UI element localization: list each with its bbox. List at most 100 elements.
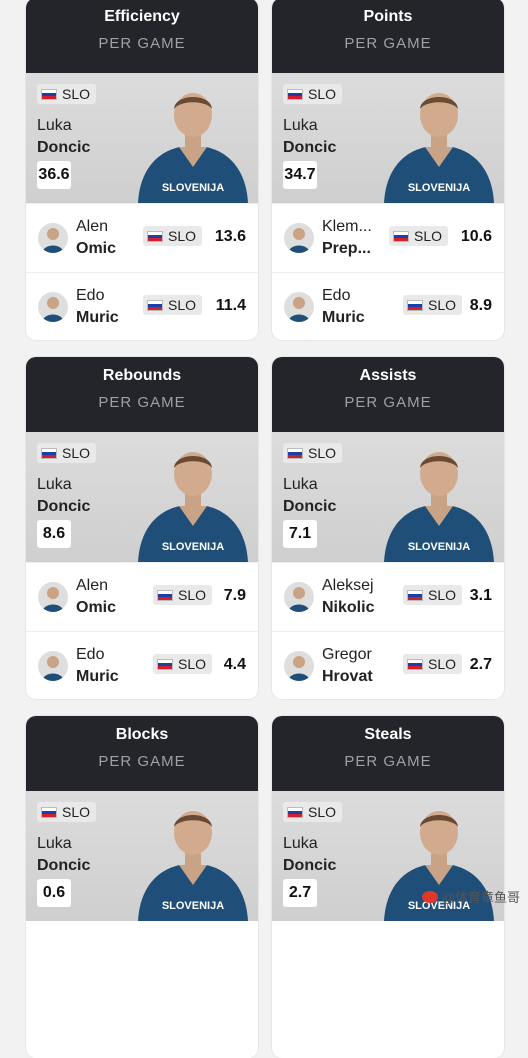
stat-card-assists[interactable]: Assists PER GAME SLO Luka Doncic 7.1 SLO… — [272, 357, 504, 699]
card-header: Points PER GAME — [272, 0, 504, 73]
card-subtitle: PER GAME — [344, 753, 432, 770]
card-subtitle: PER GAME — [344, 394, 432, 411]
jersey-text: SLOVENIJA — [162, 900, 224, 912]
stat-card-blocks[interactable]: Blocks PER GAME SLO Luka Doncic 0.6 SLOV… — [26, 716, 258, 1058]
stat-card-efficiency[interactable]: Efficiency PER GAME SLO Luka Doncic 36.6… — [26, 0, 258, 340]
card-title: Assists — [359, 367, 417, 384]
leader-value: 8.6 — [37, 520, 71, 548]
watermark: @体育章鱼哥 — [421, 887, 520, 906]
player-first-name: Klem... — [322, 218, 372, 235]
list-item[interactable]: Edo Muric SLO 11.4 — [26, 272, 258, 340]
player-first-name: Edo — [322, 287, 351, 304]
player-photo: SLOVENIJA — [384, 452, 494, 562]
country-badge: SLO — [37, 443, 97, 463]
leader-first-name: Luka — [283, 476, 318, 493]
slovenia-flag-icon — [41, 806, 57, 818]
leader-first-name: Luka — [37, 117, 72, 134]
leader-panel[interactable]: SLO Luka Doncic 7.1 SLOVENIJA — [272, 432, 504, 562]
list-item[interactable]: Edo Muric SLO 4.4 — [26, 631, 258, 699]
player-value: 4.4 — [223, 656, 246, 673]
leader-panel[interactable]: SLO Luka Doncic 8.6 SLOVENIJA — [26, 432, 258, 562]
country-badge: SLO — [283, 802, 343, 822]
leader-panel[interactable]: SLO Luka Doncic 0.6 SLOVENIJA — [26, 791, 258, 921]
watermark-text: @体育章鱼哥 — [441, 890, 520, 905]
card-title: Rebounds — [102, 367, 182, 384]
stat-card-points[interactable]: Points PER GAME SLO Luka Doncic 34.7 SLO… — [272, 0, 504, 340]
leader-first-name: Luka — [283, 117, 318, 134]
card-subtitle: PER GAME — [344, 35, 432, 52]
leader-last-name: Doncic — [283, 857, 337, 874]
card-header: Rebounds PER GAME — [26, 357, 258, 432]
card-header: Assists PER GAME — [272, 357, 504, 432]
avatar — [284, 651, 314, 681]
stat-card-rebounds[interactable]: Rebounds PER GAME SLO Luka Doncic 8.6 SL… — [26, 357, 258, 699]
country-code: SLO — [427, 656, 456, 672]
country-badge: SLO — [402, 585, 462, 605]
list-item[interactable]: Klem... Prep... SLO 10.6 — [272, 203, 504, 272]
country-code: SLO — [308, 804, 337, 820]
player-photo: SLOVENIJA — [138, 452, 248, 562]
slovenia-flag-icon — [41, 447, 57, 459]
leader-last-name: Doncic — [37, 498, 91, 515]
country-badge: SLO — [37, 802, 97, 822]
country-badge: SLO — [142, 226, 202, 246]
avatar — [284, 292, 314, 322]
list-item[interactable]: Alen Omic SLO 7.9 — [26, 562, 258, 631]
slovenia-flag-icon — [406, 299, 423, 311]
slovenia-flag-icon — [287, 88, 303, 100]
slovenia-flag-icon — [392, 230, 409, 242]
leader-panel[interactable]: SLO Luka Doncic 36.6 SLOVENIJA — [26, 73, 258, 203]
player-value: 7.9 — [223, 587, 246, 604]
slovenia-flag-icon — [156, 589, 173, 601]
player-last-name: Omic — [76, 240, 117, 257]
country-badge: SLO — [152, 654, 212, 674]
card-title: Blocks — [115, 726, 169, 743]
player-first-name: Edo — [76, 646, 105, 663]
player-value: 10.6 — [460, 228, 492, 245]
player-last-name: Muric — [322, 309, 365, 326]
country-badge: SLO — [283, 443, 343, 463]
player-photo: SLOVENIJA — [384, 93, 494, 203]
country-code: SLO — [62, 445, 91, 461]
list-item[interactable]: Aleksej Nikolic SLO 3.1 — [272, 562, 504, 631]
leader-value: 36.6 — [37, 161, 71, 189]
country-badge: SLO — [402, 295, 462, 315]
country-badge: SLO — [37, 84, 97, 104]
player-value: 13.6 — [214, 228, 246, 245]
card-title: Efficiency — [104, 8, 180, 25]
country-badge: SLO — [402, 654, 462, 674]
leader-first-name: Luka — [37, 835, 72, 852]
player-value: 8.9 — [469, 297, 492, 314]
country-badge: SLO — [388, 226, 448, 246]
player-last-name: Muric — [76, 668, 119, 685]
slovenia-flag-icon — [406, 589, 423, 601]
leader-panel[interactable]: SLO Luka Doncic 34.7 SLOVENIJA — [272, 73, 504, 203]
country-code: SLO — [308, 86, 337, 102]
list-item[interactable]: Alen Omic SLO 13.6 — [26, 203, 258, 272]
player-last-name: Muric — [76, 309, 119, 326]
player-first-name: Aleksej — [322, 577, 374, 594]
list-item[interactable]: Gregor Hrovat SLO 2.7 — [272, 631, 504, 699]
player-photo: SLOVENIJA — [138, 811, 248, 921]
leader-first-name: Luka — [37, 476, 72, 493]
player-last-name: Hrovat — [322, 668, 373, 685]
leader-value: 0.6 — [37, 879, 71, 907]
avatar — [38, 582, 68, 612]
jersey-text: SLOVENIJA — [408, 182, 470, 194]
player-last-name: Omic — [76, 599, 117, 616]
leader-value: 2.7 — [283, 879, 317, 907]
player-last-name: Prep... — [322, 240, 371, 257]
slovenia-flag-icon — [146, 299, 163, 311]
jersey-text: SLOVENIJA — [162, 541, 224, 553]
leader-value: 7.1 — [283, 520, 317, 548]
leader-last-name: Doncic — [37, 857, 91, 874]
country-code: SLO — [427, 297, 456, 313]
country-code: SLO — [427, 587, 456, 603]
player-value: 3.1 — [469, 587, 492, 604]
player-photo: SLOVENIJA — [138, 93, 248, 203]
card-header: Steals PER GAME — [272, 716, 504, 791]
list-item[interactable]: Edo Muric SLO 8.9 — [272, 272, 504, 340]
stat-leaders-grid: Efficiency PER GAME SLO Luka Doncic 36.6… — [0, 0, 528, 1058]
card-header: Efficiency PER GAME — [26, 0, 258, 73]
avatar — [284, 223, 314, 253]
